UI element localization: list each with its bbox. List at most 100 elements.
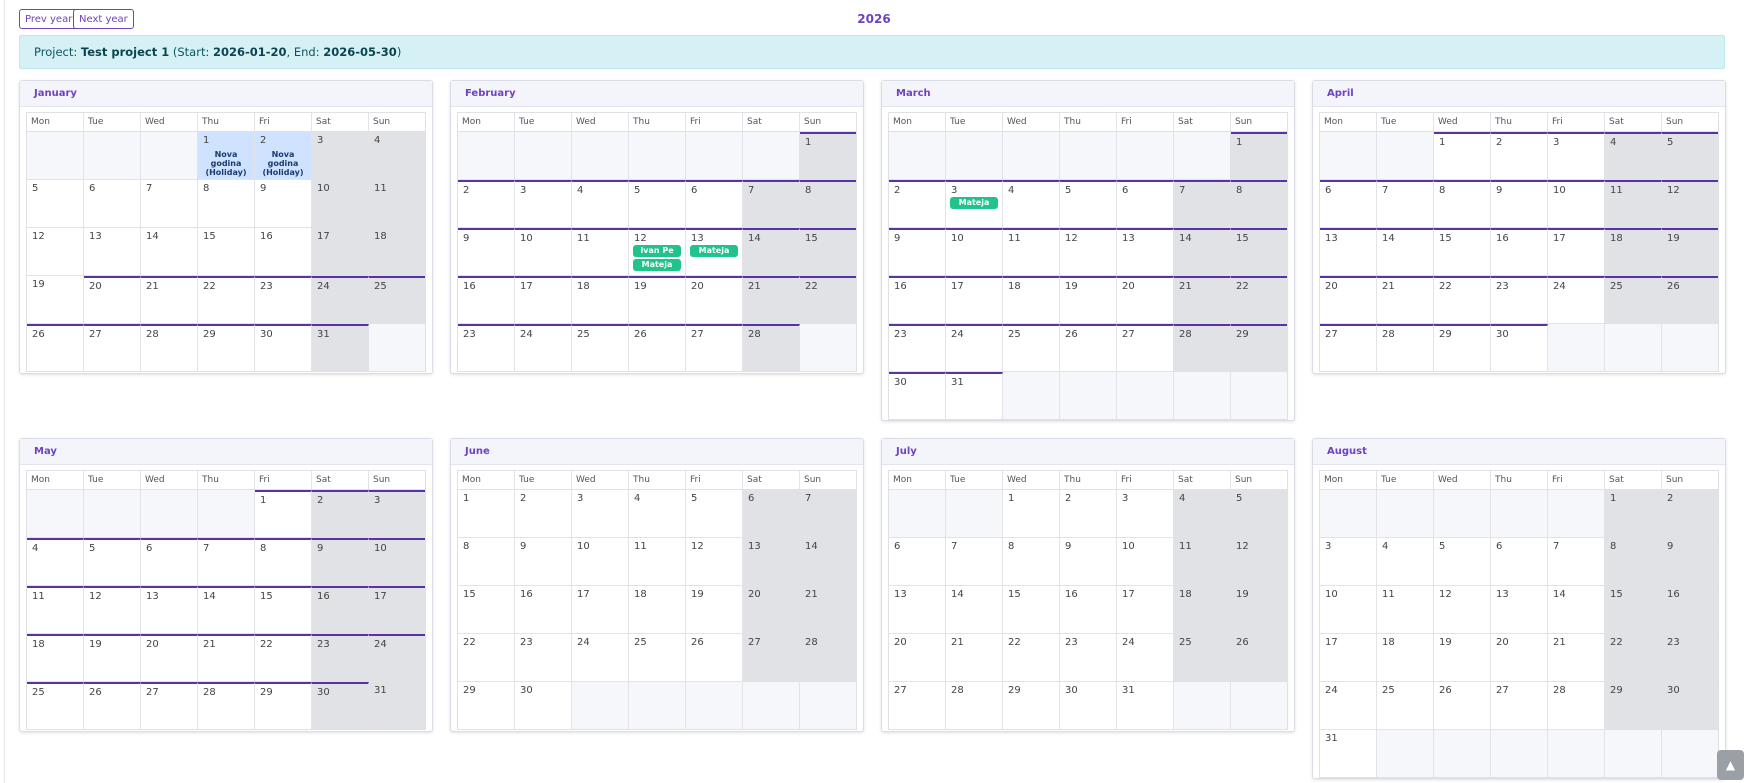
day-cell[interactable]: 7 (1174, 180, 1231, 227)
day-cell[interactable]: 15 (255, 586, 312, 633)
day-cell[interactable]: 20 (686, 276, 743, 323)
day-cell[interactable]: 30 (889, 372, 946, 419)
day-cell[interactable]: 30 (255, 324, 312, 371)
day-cell[interactable]: 20 (84, 276, 141, 323)
day-cell[interactable]: 30 (1662, 682, 1718, 729)
day-cell[interactable]: 10 (946, 228, 1003, 275)
day-cell[interactable]: 31 (312, 324, 369, 371)
day-cell[interactable]: 8 (198, 180, 255, 227)
day-cell[interactable]: 11 (369, 180, 425, 227)
day-cell[interactable]: 8 (800, 180, 856, 227)
day-cell[interactable]: 11 (629, 538, 686, 585)
day-cell[interactable]: 4 (369, 132, 425, 179)
day-cell[interactable]: 27 (84, 324, 141, 371)
day-cell[interactable]: 3 (312, 132, 369, 179)
day-cell[interactable]: 4 (1174, 490, 1231, 537)
day-cell[interactable]: 17 (572, 586, 629, 633)
day-cell[interactable]: 28 (1377, 324, 1434, 371)
day-cell[interactable]: 23 (515, 634, 572, 681)
day-cell[interactable]: 10 (515, 228, 572, 275)
day-cell[interactable]: 26 (686, 634, 743, 681)
day-cell[interactable]: 26 (84, 682, 141, 729)
day-cell[interactable]: 5 (629, 180, 686, 227)
day-cell[interactable]: 26 (1434, 682, 1491, 729)
day-cell[interactable]: 21 (800, 586, 856, 633)
day-cell[interactable]: 25 (1174, 634, 1231, 681)
day-cell[interactable]: 29 (1434, 324, 1491, 371)
day-cell[interactable]: 25 (1003, 324, 1060, 371)
day-cell[interactable]: 8 (1231, 180, 1287, 227)
day-cell[interactable]: 23 (255, 276, 312, 323)
day-cell[interactable]: 1 (1231, 132, 1287, 179)
day-cell[interactable]: 24 (1320, 682, 1377, 729)
day-cell[interactable]: 6 (141, 538, 198, 585)
day-cell[interactable]: 10 (1548, 180, 1605, 227)
next-year-button[interactable]: Next year (73, 9, 134, 29)
day-cell[interactable]: 17 (312, 228, 369, 275)
day-cell[interactable]: 3 (572, 490, 629, 537)
day-cell[interactable]: 20 (1117, 276, 1174, 323)
day-cell[interactable]: 4 (1003, 180, 1060, 227)
day-cell[interactable]: 12 (27, 228, 84, 275)
day-cell[interactable]: 17 (1548, 228, 1605, 275)
day-cell[interactable]: 25 (629, 634, 686, 681)
day-cell[interactable]: 8 (1003, 538, 1060, 585)
day-cell[interactable]: 17 (1117, 586, 1174, 633)
day-cell[interactable]: 6 (1491, 538, 1548, 585)
day-cell[interactable]: 28 (141, 324, 198, 371)
day-cell[interactable]: 26 (1060, 324, 1117, 371)
day-cell[interactable]: 28 (1174, 324, 1231, 371)
day-cell[interactable]: 31 (369, 682, 425, 729)
day-cell[interactable]: 5 (1231, 490, 1287, 537)
day-cell[interactable]: 13 (1491, 586, 1548, 633)
day-cell[interactable]: 10 (369, 538, 425, 585)
day-cell[interactable]: 2 (515, 490, 572, 537)
day-cell[interactable]: 19 (1434, 634, 1491, 681)
day-cell[interactable]: 14 (946, 586, 1003, 633)
day-cell[interactable]: 27 (743, 634, 800, 681)
day-cell[interactable]: 14 (1377, 228, 1434, 275)
day-cell[interactable]: 29 (1231, 324, 1287, 371)
day-cell[interactable]: 19 (27, 276, 84, 323)
day-cell[interactable]: 30 (1491, 324, 1548, 371)
day-cell[interactable]: 15 (1231, 228, 1287, 275)
day-cell[interactable]: 2 (889, 180, 946, 227)
day-cell[interactable]: 6 (686, 180, 743, 227)
day-cell[interactable]: 24 (369, 634, 425, 681)
day-cell[interactable]: 16 (1491, 228, 1548, 275)
day-cell[interactable]: 27 (1491, 682, 1548, 729)
day-cell[interactable]: 5 (686, 490, 743, 537)
day-cell[interactable]: 9 (255, 180, 312, 227)
day-cell[interactable]: 23 (1060, 634, 1117, 681)
day-cell[interactable]: 16 (515, 586, 572, 633)
day-cell[interactable]: 12 (686, 538, 743, 585)
day-cell[interactable]: 26 (1662, 276, 1718, 323)
day-cell[interactable]: 27 (1320, 324, 1377, 371)
day-cell[interactable]: 15 (458, 586, 515, 633)
day-cell[interactable]: 30 (1060, 682, 1117, 729)
day-cell[interactable]: 8 (458, 538, 515, 585)
day-cell[interactable]: 23 (1491, 276, 1548, 323)
day-cell[interactable]: 7 (946, 538, 1003, 585)
day-cell[interactable]: 30 (515, 682, 572, 729)
day-cell[interactable]: 20 (141, 634, 198, 681)
day-cell[interactable]: 13 (1320, 228, 1377, 275)
day-cell[interactable]: 7 (198, 538, 255, 585)
day-cell[interactable]: 9 (458, 228, 515, 275)
day-cell[interactable]: 24 (1548, 276, 1605, 323)
day-cell[interactable]: 4 (629, 490, 686, 537)
day-cell[interactable]: 18 (572, 276, 629, 323)
day-cell[interactable]: 2 (1662, 490, 1718, 537)
day-cell[interactable]: 18 (1605, 228, 1662, 275)
day-cell[interactable]: 4 (572, 180, 629, 227)
day-cell[interactable]: 21 (198, 634, 255, 681)
day-cell[interactable]: 11 (1605, 180, 1662, 227)
day-cell[interactable]: 25 (369, 276, 425, 323)
day-cell[interactable]: 14 (1548, 586, 1605, 633)
day-cell[interactable]: 15 (1434, 228, 1491, 275)
day-cell[interactable]: 16 (458, 276, 515, 323)
day-cell[interactable]: 8 (255, 538, 312, 585)
day-cell[interactable]: 6 (743, 490, 800, 537)
day-cell[interactable]: 1 (458, 490, 515, 537)
day-cell[interactable]: 16 (1662, 586, 1718, 633)
